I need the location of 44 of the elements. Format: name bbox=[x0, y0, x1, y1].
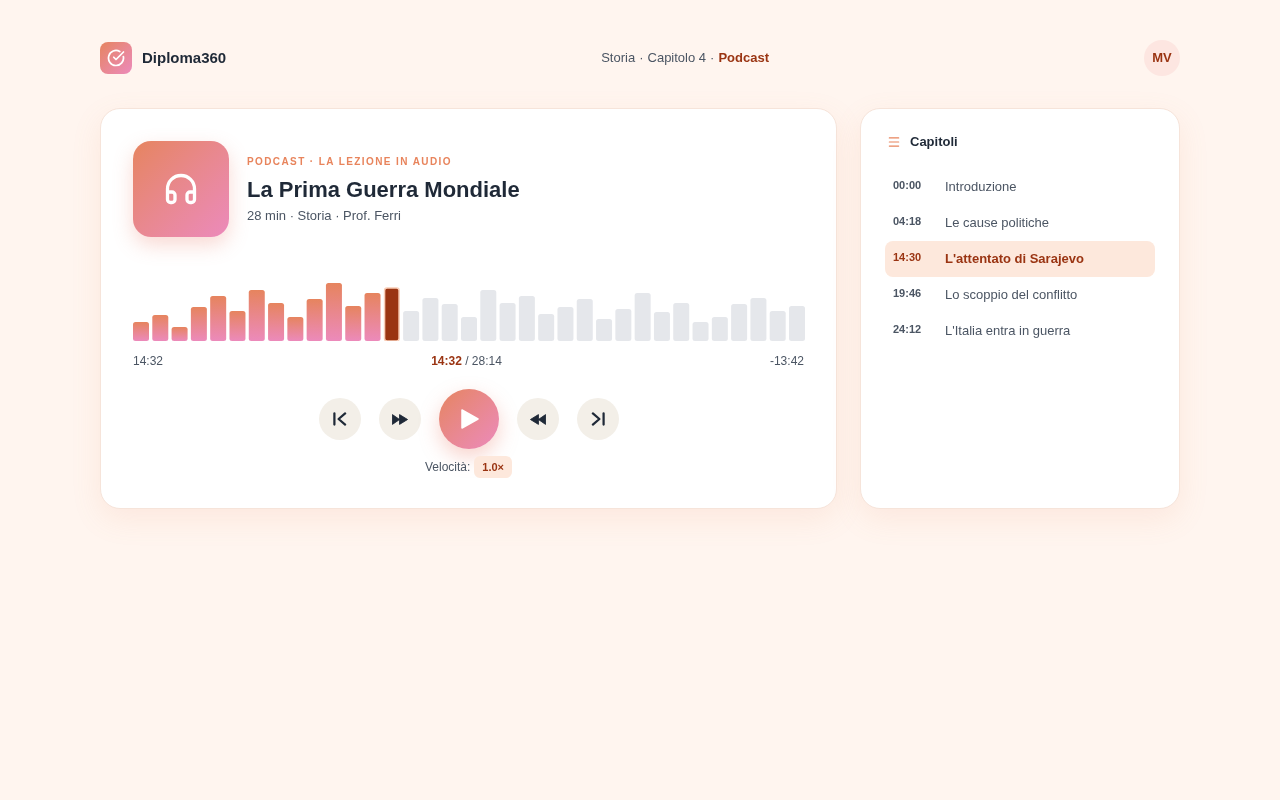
fast-forward-icon bbox=[391, 412, 408, 426]
rewind-icon bbox=[529, 412, 546, 426]
chapters-title: Capitoli bbox=[910, 133, 958, 152]
breadcrumb-separator: · bbox=[639, 49, 644, 68]
chapter-item[interactable]: 19:46 Lo scoppio del conflitto bbox=[885, 277, 1155, 313]
rewind-button[interactable] bbox=[516, 398, 559, 440]
breadcrumb-separator: · bbox=[710, 49, 715, 68]
brand-name: Diploma360 bbox=[142, 47, 227, 68]
breadcrumb-current[interactable]: Podcast bbox=[718, 48, 769, 68]
chapter-time: 24:12 bbox=[893, 322, 923, 338]
chapter-time: 19:46 bbox=[893, 286, 923, 302]
breadcrumb-link[interactable]: Storia bbox=[601, 48, 636, 68]
chapter-title: Le cause politiche bbox=[945, 214, 1050, 233]
chapter-time: 14:30 bbox=[893, 250, 923, 266]
next-button[interactable] bbox=[576, 398, 619, 440]
previous-button[interactable] bbox=[318, 398, 361, 440]
speed-selector[interactable]: 1.0× bbox=[474, 456, 513, 478]
user-avatar[interactable]: MV bbox=[1144, 40, 1180, 76]
play-button[interactable] bbox=[438, 389, 499, 449]
logo-icon bbox=[100, 42, 132, 74]
headphones-icon bbox=[163, 171, 199, 207]
fast-forward-button[interactable] bbox=[378, 398, 421, 440]
episode-meta: 28 min · Storia · Prof. Ferri bbox=[247, 207, 402, 225]
chapter-title: Lo scoppio del conflitto bbox=[945, 286, 1078, 305]
chapter-title: Introduzione bbox=[945, 178, 1017, 197]
remaining-time: -13:42 bbox=[769, 353, 804, 369]
chapter-time: 04:18 bbox=[893, 214, 923, 230]
chapter-item[interactable]: 04:18 Le cause politiche bbox=[885, 205, 1155, 241]
chapter-item[interactable]: 14:30 L'attentato di Sarajevo bbox=[885, 241, 1155, 277]
skip-back-icon bbox=[332, 412, 347, 426]
episode-kicker: PODCAST · LA LEZIONE IN AUDIO bbox=[247, 156, 453, 168]
episode-title: La Prima Guerra Mondiale bbox=[247, 176, 520, 204]
elapsed-time: 14:32 bbox=[133, 353, 164, 369]
list-icon bbox=[887, 135, 901, 149]
chapter-title: L'attentato di Sarajevo bbox=[945, 250, 1084, 269]
breadcrumb-link[interactable]: Capitolo 4 bbox=[647, 48, 707, 68]
speed-label: Velocità: bbox=[424, 459, 471, 476]
chapter-item[interactable]: 24:12 L'Italia entra in guerra bbox=[885, 313, 1155, 349]
chapter-item[interactable]: 00:00 Introduzione bbox=[885, 169, 1155, 205]
playback-position: 14:32 / 28:14 bbox=[431, 353, 502, 369]
chapter-time: 00:00 bbox=[893, 178, 923, 194]
skip-forward-icon bbox=[590, 412, 605, 426]
chapter-title: L'Italia entra in guerra bbox=[945, 322, 1071, 341]
play-icon bbox=[461, 409, 479, 429]
